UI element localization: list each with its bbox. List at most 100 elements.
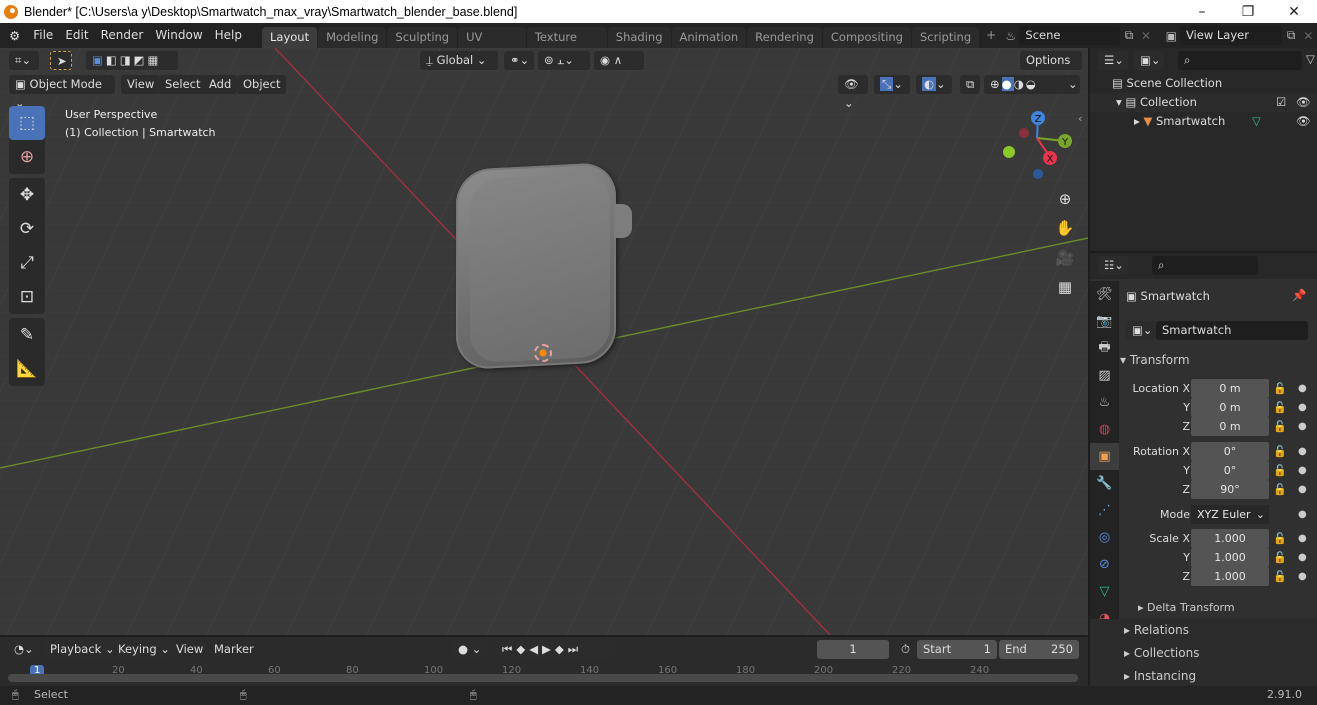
tab-rendering[interactable]: Rendering xyxy=(747,26,822,48)
keyframe-dot[interactable]: ● xyxy=(1298,480,1307,499)
scale-y-field[interactable]: 1.000 xyxy=(1191,548,1269,567)
visibility-eye-icon[interactable]: 👁 xyxy=(1296,93,1311,112)
tab-compositing[interactable]: Compositing xyxy=(822,26,911,48)
outliner-search-input[interactable]: ⌕ xyxy=(1178,51,1302,70)
tab-sculpting[interactable]: Sculpting xyxy=(387,26,458,48)
scale-tool-icon[interactable]: ⤢ xyxy=(9,246,45,280)
lock-icon[interactable]: 🔓 xyxy=(1273,461,1287,480)
select-tool-icon[interactable]: ➤ xyxy=(50,51,72,70)
view-layer-selector[interactable]: View Layer xyxy=(1179,26,1283,45)
instancing-section[interactable]: ▸ Instancing xyxy=(1090,665,1317,688)
transform-section-header[interactable]: ▾ Transform xyxy=(1090,349,1317,372)
scale-x-field[interactable]: 1.000 xyxy=(1191,529,1269,548)
minimize-button[interactable]: – xyxy=(1179,0,1225,23)
mesh-data-icon[interactable]: ▽ xyxy=(1252,112,1261,131)
new-scene-icon[interactable]: ⧉ xyxy=(1120,26,1137,45)
relations-section[interactable]: ▸ Relations xyxy=(1090,619,1317,642)
tab-layout[interactable]: Layout xyxy=(262,26,318,48)
scene-icon[interactable]: ♨ xyxy=(1002,26,1019,45)
rotate-tool-icon[interactable]: ⟳ xyxy=(9,212,45,246)
properties-search-input[interactable]: ⌕ xyxy=(1152,256,1258,275)
lock-icon[interactable]: 🔓 xyxy=(1273,480,1287,499)
playback-controls[interactable]: ⏮◆◀▶◆⏭ xyxy=(496,640,614,659)
tab-scripting[interactable]: Scripting xyxy=(911,26,980,48)
proportional-edit-icon[interactable]: ◉ ∧ xyxy=(594,51,644,70)
shading-options-icon[interactable]: ⌄ xyxy=(1062,75,1080,94)
visibility-icon[interactable]: 👁⌄ xyxy=(838,75,868,110)
exclude-checkbox[interactable]: ☑ xyxy=(1276,93,1286,112)
options-button[interactable]: Options ⌄ xyxy=(1020,51,1082,86)
zoom-icon[interactable]: ⊕ xyxy=(1052,186,1078,212)
tab-modeling[interactable]: Modeling xyxy=(318,26,387,48)
measure-tool-icon[interactable]: 📐 xyxy=(9,352,45,386)
delta-transform-section[interactable]: ▸ Delta Transform xyxy=(1090,596,1317,619)
menu-window[interactable]: Window xyxy=(149,23,208,48)
object-browse-icon[interactable]: ▣⌄ xyxy=(1126,321,1156,340)
pin-icon[interactable]: 📌 xyxy=(1292,288,1306,302)
keyframe-dot[interactable]: ● xyxy=(1298,505,1307,524)
blender-menu-icon[interactable]: ⚙ xyxy=(6,26,23,45)
add-workspace-button[interactable]: + xyxy=(980,23,1002,48)
pan-hand-icon[interactable]: ✋ xyxy=(1052,215,1078,241)
viewport-menu-object[interactable]: Object xyxy=(237,75,287,94)
location-z-field[interactable]: 0 m xyxy=(1191,417,1269,436)
location-x-field[interactable]: 0 m xyxy=(1191,379,1269,398)
lock-icon[interactable]: 🔓 xyxy=(1273,417,1287,436)
viewport-menu-add[interactable]: Add xyxy=(203,75,238,94)
playback-menu[interactable]: Playback ⌄ xyxy=(44,640,121,659)
location-y-field[interactable]: 0 m xyxy=(1191,398,1269,417)
marker-menu[interactable]: Marker xyxy=(208,640,260,659)
rotation-z-field[interactable]: 90° xyxy=(1191,480,1269,499)
orthographic-toggle-icon[interactable]: ▦ xyxy=(1052,274,1078,300)
menu-help[interactable]: Help xyxy=(209,23,248,48)
lock-icon[interactable]: 🔓 xyxy=(1273,442,1287,461)
menu-render[interactable]: Render xyxy=(95,23,150,48)
lock-icon[interactable]: 🔓 xyxy=(1273,567,1287,586)
lock-icon[interactable]: 🔓 xyxy=(1273,379,1287,398)
timeline-view-menu[interactable]: View xyxy=(170,640,209,659)
filter-icon[interactable]: ▽ xyxy=(1306,52,1315,66)
tab-shading[interactable]: Shading xyxy=(607,26,671,48)
outliner-item-scene-collection[interactable]: ▤ Scene Collection xyxy=(1090,74,1317,93)
visibility-eye-icon[interactable]: 👁 xyxy=(1296,112,1311,131)
viewport-menu-select[interactable]: Select xyxy=(159,75,207,94)
keyframe-dot[interactable]: ● xyxy=(1298,548,1307,567)
smartwatch-object[interactable] xyxy=(456,161,616,371)
close-button[interactable]: ✕ xyxy=(1271,0,1317,23)
cursor-tool-icon[interactable]: ⊕ xyxy=(9,140,45,174)
menu-edit[interactable]: Edit xyxy=(59,23,94,48)
menu-file[interactable]: File xyxy=(27,23,59,48)
lock-icon[interactable]: 🔓 xyxy=(1273,398,1287,417)
keyframe-dot[interactable]: ● xyxy=(1298,461,1307,480)
selection-mode-icons[interactable]: ▣◧◨◩▦ xyxy=(86,51,178,70)
snap-icon[interactable]: ⊚ ⫠⌄ xyxy=(538,51,590,70)
annotate-tool-icon[interactable]: ✎ xyxy=(9,318,45,352)
rotation-x-field[interactable]: 0° xyxy=(1191,442,1269,461)
scene-selector[interactable]: Scene xyxy=(1019,26,1121,45)
object-mode-dropdown[interactable]: ▣ Object Mode ⌄ xyxy=(9,75,115,110)
render-tab-icon[interactable]: 📷 xyxy=(1090,308,1119,335)
tab-texture-paint[interactable]: Texture Paint xyxy=(526,26,607,65)
gizmo-toggle-icon[interactable]: ⤡ ⌄ xyxy=(874,75,910,94)
tab-animation[interactable]: Animation xyxy=(671,26,747,48)
current-frame-field[interactable]: 1 xyxy=(817,640,889,659)
outliner-editor-type-icon[interactable]: ☰⌄ xyxy=(1098,51,1128,70)
delete-view-layer-icon[interactable]: ✕ xyxy=(1300,26,1317,45)
properties-editor-type-icon[interactable]: ☷⌄ xyxy=(1098,256,1128,275)
timeline-scrollbar[interactable] xyxy=(8,674,1078,682)
tool-tab-icon[interactable]: 🛠 xyxy=(1090,281,1119,308)
3d-viewport[interactable]: ⌗⌄ ➤ ▣◧◨◩▦ ⍊ Global ⌄ ⚭⌄ ⊚ ⫠⌄ ◉ ∧ Option… xyxy=(0,48,1088,635)
lock-icon[interactable]: 🔓 xyxy=(1273,529,1287,548)
move-tool-icon[interactable]: ✥ xyxy=(9,178,45,212)
outliner-item-collection[interactable]: ▾ ▤ Collection ☑ 👁 xyxy=(1090,93,1317,112)
keyframe-dot[interactable]: ● xyxy=(1298,567,1307,586)
timeline-editor-type-icon[interactable]: ◔⌄ xyxy=(8,640,38,659)
editor-type-icon[interactable]: ⌗⌄ xyxy=(9,51,39,70)
keyframe-dot[interactable]: ● xyxy=(1298,529,1307,548)
select-box-tool-icon[interactable]: ⬚ xyxy=(9,106,45,140)
tab-uv-editing[interactable]: UV Editing xyxy=(458,26,526,65)
shading-mode-icons[interactable]: ⊕●◑◒ xyxy=(984,75,1064,94)
scale-z-field[interactable]: 1.000 xyxy=(1191,567,1269,586)
end-frame-field[interactable]: End 250 xyxy=(999,640,1079,659)
keyframe-dot[interactable]: ● xyxy=(1298,398,1307,417)
